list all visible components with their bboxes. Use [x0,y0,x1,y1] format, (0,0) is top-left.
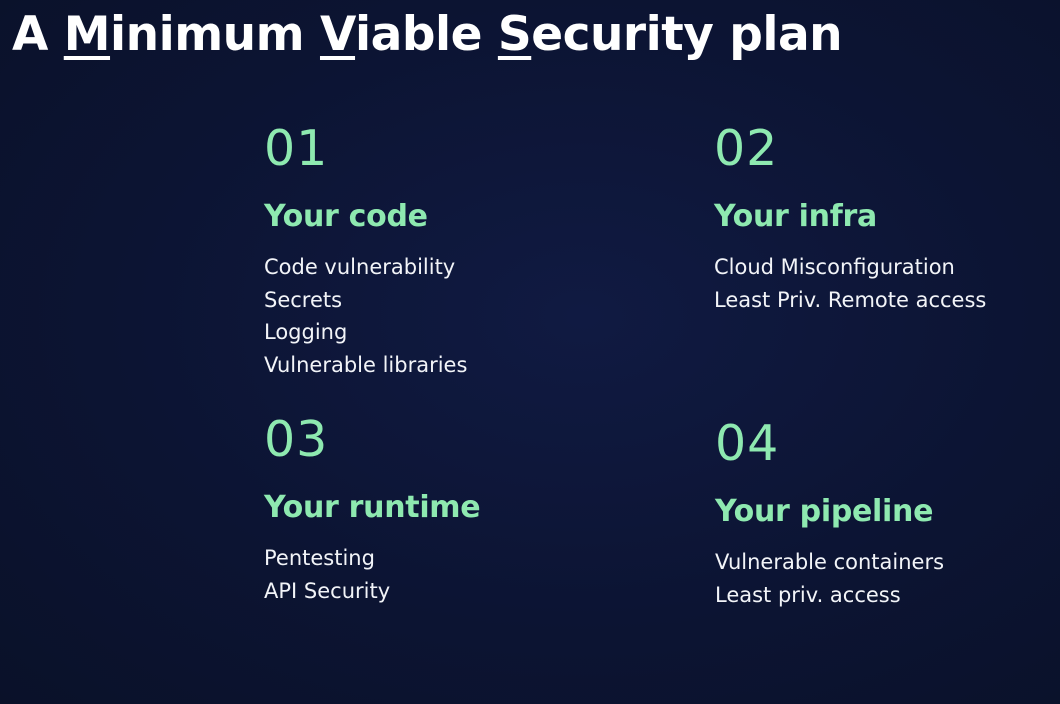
section-item: Pentesting [264,546,375,570]
title-part-underlined: V [319,7,356,62]
section-item: Vulnerable libraries [264,352,468,377]
section-your-code: 01 Your code Code vulnerability Secrets … [264,123,467,381]
section-heading: Your infra [714,199,877,234]
section-heading: Your runtime [264,490,481,525]
section-items: Pentesting API Security [264,542,480,607]
section-item: API Security [264,578,391,603]
section-item: Vulnerable containers [715,550,945,574]
title-part: iable [355,7,498,62]
title-part-underlined: S [497,7,532,62]
section-item: Secrets [264,287,343,312]
section-items: Code vulnerability Secrets Logging Vulne… [264,251,467,381]
section-number: 03 [264,411,329,468]
slide-title: A Minimum Viable Security plan [12,2,843,68]
section-number: 04 [715,415,780,472]
section-item: Code vulnerability [264,255,456,279]
section-number: 02 [714,120,779,177]
section-items: Vulnerable containers Least priv. access [715,546,944,611]
section-your-pipeline: 04 Your pipeline Vulnerable containers L… [715,418,944,611]
title-part: A [12,7,64,62]
section-heading: Your pipeline [715,494,934,529]
section-item: Cloud Misconfiguration [714,255,955,279]
section-number: 01 [264,120,329,177]
title-part-underlined: M [63,7,111,62]
title-part: ecurity plan [531,7,843,62]
section-item: Least priv. access [715,582,901,607]
section-item: Least Priv. Remote access [714,287,987,312]
title-part: inimum [110,7,320,62]
section-item: Logging [264,320,348,344]
section-your-infra: 02 Your infra Cloud Misconfiguration Lea… [714,123,986,316]
section-heading: Your code [264,199,428,234]
section-items: Cloud Misconfiguration Least Priv. Remot… [714,251,986,316]
section-your-runtime: 03 Your runtime Pentesting API Security [264,411,481,607]
